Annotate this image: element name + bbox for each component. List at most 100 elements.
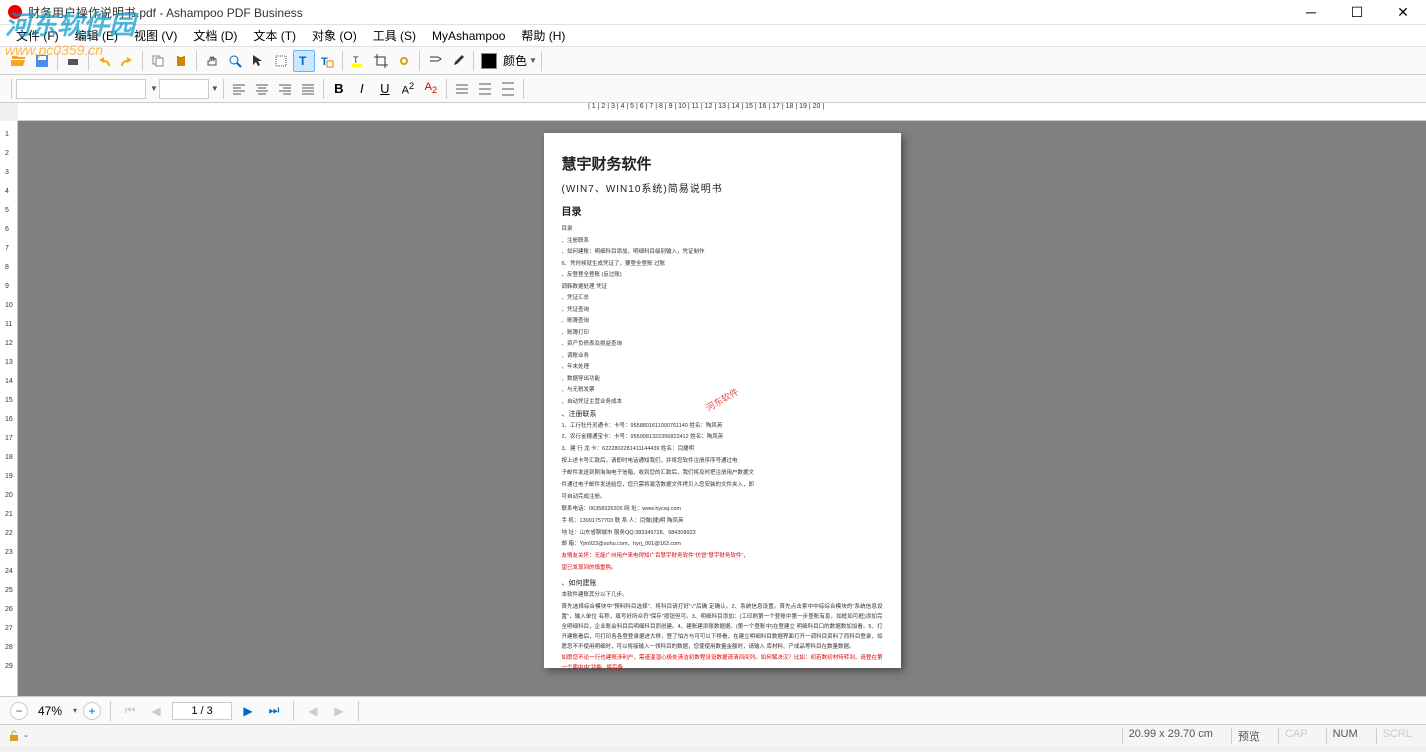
menu-document[interactable]: 文档 (D) — [185, 25, 245, 46]
undo-button[interactable] — [93, 50, 115, 72]
red-note-1: 友情友关怀：无能广州用户来电得知广百慧宇财务软件"仿冒"慧宇财务软件"， — [562, 552, 883, 562]
toc-line: 、凭证汇总 — [562, 293, 883, 301]
history-forward-button[interactable]: ▶ — [329, 701, 349, 721]
paste-button[interactable] — [170, 50, 192, 72]
reg-line: 2、农行金穗通宝卡：卡号：9559981322356822412 姓名：陶凤英 — [562, 433, 883, 443]
section-1-title: 、注册联系 — [562, 409, 883, 419]
select-tool[interactable] — [270, 50, 292, 72]
toc-heading: 目录 — [562, 203, 883, 218]
toc-line: 、账簿打印 — [562, 328, 883, 336]
scrl-indicator: SCRL — [1376, 728, 1418, 744]
preview-label: 预览 — [1231, 728, 1266, 744]
align-right-button[interactable] — [274, 78, 296, 100]
contact-line: 地 址：山东省聊城市 服务QQ:383349728、984308923 — [562, 529, 883, 539]
brush-tool[interactable] — [447, 50, 469, 72]
line-spacing-2[interactable] — [474, 78, 496, 100]
menu-help[interactable]: 帮助 (H) — [513, 25, 573, 46]
svg-text:T: T — [353, 55, 359, 65]
pointer-tool[interactable] — [247, 50, 269, 72]
page-dimensions: 20.99 x 29.70 cm — [1122, 728, 1219, 744]
italic-button[interactable]: I — [351, 78, 373, 100]
contact-line: 邮 箱：Yjm923@sohu.com、hyrj_001@163.com — [562, 540, 883, 550]
zoom-value: 47% — [38, 704, 62, 718]
toc-line: 、年末处理 — [562, 362, 883, 370]
hand-tool[interactable] — [201, 50, 223, 72]
history-back-button[interactable]: ◀ — [303, 701, 323, 721]
reg-line: 3、建 行 龙 卡：6222802281411144439 姓名：闫捷明 — [562, 445, 883, 455]
zoom-in-button[interactable]: + — [83, 702, 101, 720]
app-icon — [8, 5, 22, 19]
menu-bar: 文件 (F) 编辑 (E) 视图 (V) 文档 (D) 文本 (T) 对象 (O… — [0, 25, 1426, 47]
menu-text[interactable]: 文本 (T) — [245, 25, 304, 46]
page-number-input[interactable] — [172, 702, 232, 720]
menu-object[interactable]: 对象 (O) — [304, 25, 365, 46]
next-page-button[interactable]: ▶ — [238, 701, 258, 721]
status-dash: - — [24, 730, 28, 742]
reg-body-line: 件通过电子邮件发送给您，您只需将激活数据文件拷贝入您安装的文件夹入，即 — [562, 481, 883, 491]
superscript-button[interactable]: A2 — [397, 78, 419, 100]
menu-view[interactable]: 视图 (V) — [126, 25, 185, 46]
first-page-button[interactable]: ⏮ — [120, 701, 140, 721]
zoom-out-button[interactable]: − — [10, 702, 28, 720]
section-2-body: 首先选择综合模块中"预料科目选择"、将科目请打好"√"后确 定确认。2、系统信息… — [562, 603, 883, 652]
format-toolbar: ▼ ▼ B I U A2 A2 — [0, 75, 1426, 103]
section-2-intro: 本软件建账其分以下几步。 — [562, 591, 883, 601]
line-spacing-1[interactable] — [451, 78, 473, 100]
window-title: 财务用户操作说明书.pdf - Ashampoo PDF Business — [28, 4, 303, 21]
highlight-tool[interactable]: T — [347, 50, 369, 72]
reg-body-line: 可自动完成注册。 — [562, 493, 883, 503]
toc-line: 、调账业务 — [562, 351, 883, 359]
lock-icon — [8, 730, 20, 742]
minimize-button[interactable]: ─ — [1288, 0, 1334, 25]
maximize-button[interactable]: ☐ — [1334, 0, 1380, 25]
bold-button[interactable]: B — [328, 78, 350, 100]
doc-title: 慧宇财务软件 — [562, 153, 883, 174]
align-justify-button[interactable] — [297, 78, 319, 100]
open-button[interactable] — [8, 50, 30, 72]
underline-button[interactable]: U — [374, 78, 396, 100]
save-button[interactable] — [31, 50, 53, 72]
color-picker[interactable] — [478, 50, 500, 72]
navigation-bar: − 47% ▾ + ⏮ ◀ ▶ ⏭ ◀ ▶ — [0, 696, 1426, 724]
menu-tools[interactable]: 工具 (S) — [365, 25, 424, 46]
zoom-tool[interactable] — [224, 50, 246, 72]
num-indicator: NUM — [1326, 728, 1364, 744]
align-left-button[interactable] — [228, 78, 250, 100]
doc-subtitle: (WIN7、WIN10系统)简易说明书 — [562, 180, 883, 195]
find-replace-button[interactable] — [424, 50, 446, 72]
menu-edit[interactable]: 编辑 (E) — [67, 25, 126, 46]
text-box-tool[interactable]: T — [316, 50, 338, 72]
document-canvas[interactable]: 慧宇财务软件 (WIN7、WIN10系统)简易说明书 目录 目录、注册联系、如何… — [18, 121, 1426, 696]
close-button[interactable]: ✕ — [1380, 0, 1426, 25]
menu-file[interactable]: 文件 (F) — [8, 25, 67, 46]
zoom-dropdown[interactable]: ▾ — [73, 706, 77, 715]
vertical-ruler: 1234567891011121314151617181920212223242… — [0, 121, 18, 696]
toc-line: 、如何建账：明细科目添加，明细科目级别输入，凭证制作 — [562, 247, 883, 255]
status-bar: - 20.99 x 29.70 cm 预览 CAP NUM SCRL — [0, 724, 1426, 746]
section-2-red: 如愿您不论一行也建账涉利户，需谨温湿心极处清洁初数程设设数据请清间间列。如何解决… — [562, 654, 883, 674]
color-dropdown-arrow[interactable]: ▼ — [529, 56, 537, 65]
subscript-button[interactable]: A2 — [420, 78, 442, 100]
copy-button[interactable] — [147, 50, 169, 72]
prev-page-button[interactable]: ◀ — [146, 701, 166, 721]
toc-line: 调韩数据处理 凭证 — [562, 282, 883, 290]
redo-button[interactable] — [116, 50, 138, 72]
toc-line: 、资产负债表及损益查询 — [562, 339, 883, 347]
last-page-button[interactable]: ⏭ — [264, 701, 284, 721]
contact-line: 手 机：13001757703 联 系 人：闫微(捷)明 陶凤英 — [562, 517, 883, 527]
menu-myashampoo[interactable]: MyAshampoo — [424, 27, 513, 45]
print-button[interactable] — [62, 50, 84, 72]
line-spacing-3[interactable] — [497, 78, 519, 100]
font-size-combo[interactable] — [159, 79, 209, 99]
crop-tool[interactable] — [370, 50, 392, 72]
reg-body-line: 子邮件发送到刚淘淘电子信箱，收到您的汇款后，我们将及时把注册用户数据文 — [562, 469, 883, 479]
contact-line: 联系电话：06358326205 网 址：www.hycwj.com — [562, 505, 883, 515]
link-tool[interactable] — [393, 50, 415, 72]
toc-line: 目录 — [562, 224, 883, 232]
toc-line: 、注册联系 — [562, 236, 883, 244]
text-edit-tool[interactable]: T — [293, 50, 315, 72]
horizontal-ruler: | 1 | 2 | 3 | 4 | 5 | 6 | 7 | 8 | 9 | 10… — [18, 103, 1426, 121]
section-2-title: 、如何建账 — [562, 578, 883, 588]
font-family-combo[interactable] — [16, 79, 146, 99]
align-center-button[interactable] — [251, 78, 273, 100]
